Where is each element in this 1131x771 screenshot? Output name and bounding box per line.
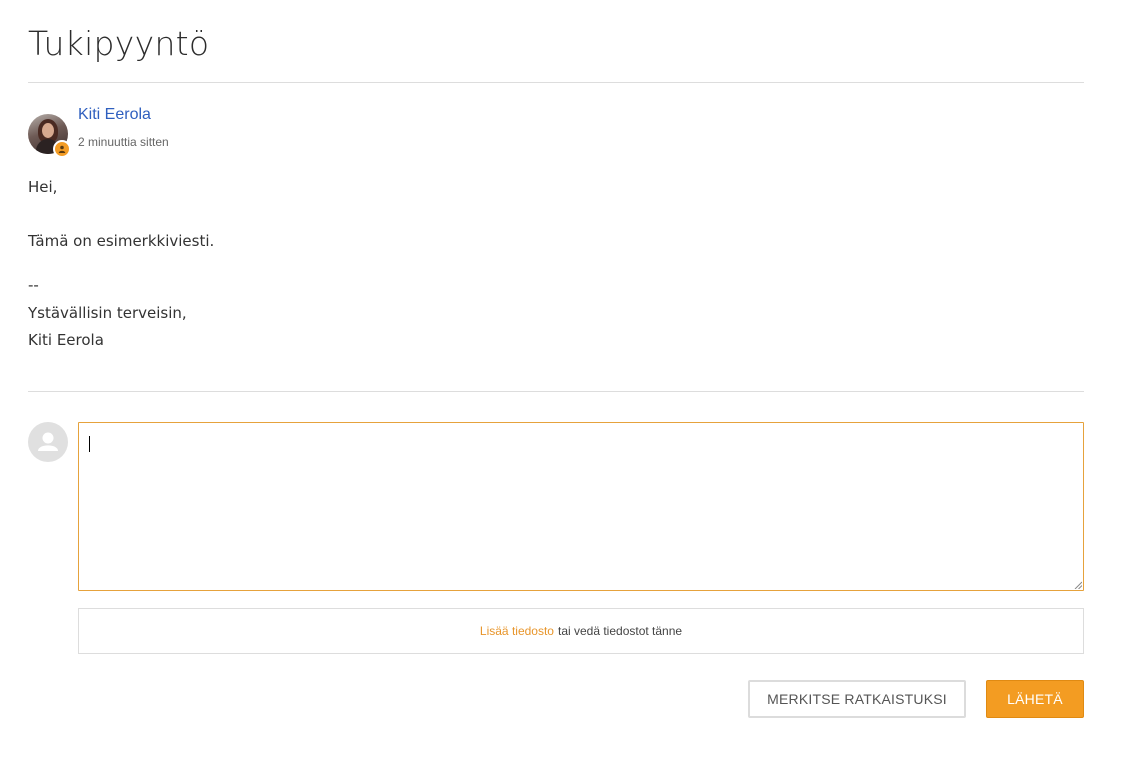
message-line: -- <box>28 276 39 294</box>
add-file-link[interactable]: Lisää tiedosto <box>480 624 554 638</box>
title-divider <box>28 82 1084 83</box>
author-name-link[interactable]: Kiti Eerola <box>78 105 151 125</box>
reply-textarea[interactable] <box>79 423 1083 590</box>
message-divider <box>28 391 1084 392</box>
reply-textarea-container[interactable] <box>78 422 1084 591</box>
message-line: Ystävällisin terveisin, <box>28 304 187 322</box>
mark-resolved-button[interactable]: MERKITSE RATKAISTUKSI <box>748 680 966 718</box>
user-placeholder-icon <box>28 422 68 462</box>
user-icon <box>53 140 71 158</box>
message-line: Hei, <box>28 178 58 196</box>
author-avatar[interactable] <box>28 114 71 158</box>
dropzone-hint: tai vedä tiedostot tänne <box>557 624 683 638</box>
message-timestamp: 2 minuuttia sitten <box>78 135 169 149</box>
message-line: Tämä on esimerkkiviesti. <box>28 232 215 250</box>
resize-handle-icon[interactable] <box>1074 581 1082 589</box>
message-line: Kiti Eerola <box>28 331 104 349</box>
send-button[interactable]: LÄHETÄ <box>986 680 1084 718</box>
file-dropzone[interactable]: Lisää tiedosto tai vedä tiedostot tänne <box>78 608 1084 654</box>
page-title: Tukipyyntö <box>28 24 210 63</box>
text-caret <box>89 436 90 452</box>
